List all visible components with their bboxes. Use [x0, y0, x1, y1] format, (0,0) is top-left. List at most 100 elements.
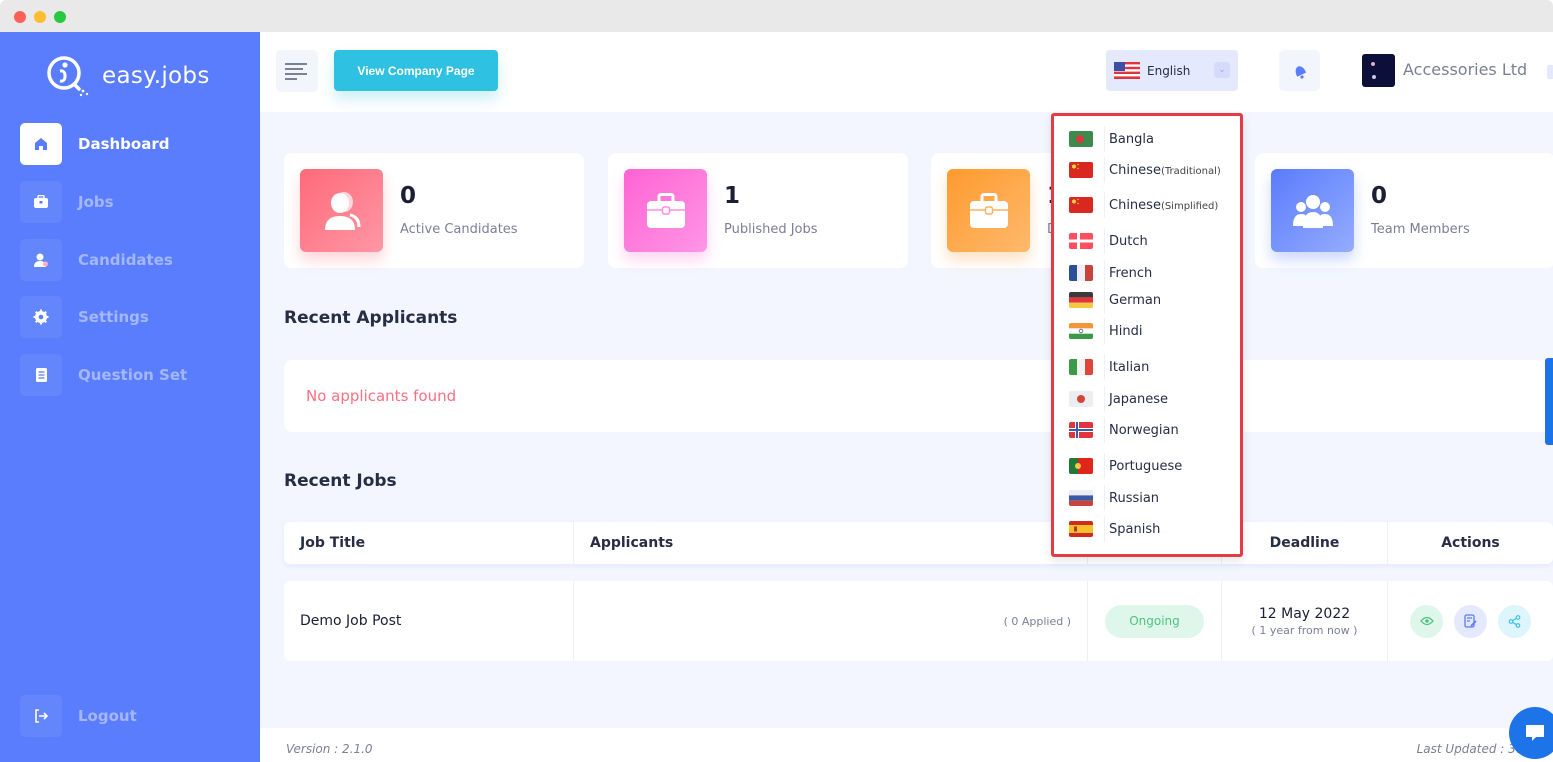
- company-name[interactable]: Accessories Ltd: [1403, 60, 1527, 79]
- jp-flag-icon: [1069, 391, 1093, 407]
- language-option-label: Portuguese: [1109, 458, 1183, 474]
- no-flag-icon: [1069, 422, 1093, 438]
- sidebar-item-label: Question Set: [78, 366, 188, 384]
- edit-job-button[interactable]: [1454, 604, 1487, 638]
- fr-flag-icon: [1069, 265, 1093, 281]
- candidate-icon: [324, 191, 360, 230]
- dk-flag-icon: [1069, 233, 1093, 249]
- language-option-portuguese[interactable]: Portuguese: [1054, 451, 1240, 481]
- stat-label: Active Candidates: [400, 222, 518, 237]
- actions-cell: [1388, 581, 1553, 661]
- language-option-label: Norwegian: [1109, 422, 1179, 438]
- language-option-label: Japanese: [1109, 391, 1169, 407]
- version-text: Version : 2.1.0: [286, 742, 373, 756]
- sidebar-item-candidates[interactable]: Candidates: [20, 239, 240, 281]
- chevron-down-icon: ⌄: [1214, 62, 1230, 78]
- sidebar: easy.jobs Dashboard Jobs Candidates Sett…: [0, 32, 260, 762]
- dashboard-content: 0 Active Candidates 1 Published Jobs 1 D…: [260, 112, 1553, 728]
- language-option-italian[interactable]: Italian: [1054, 352, 1240, 382]
- empty-state-text: No applicants found: [306, 387, 457, 405]
- language-option-german[interactable]: German: [1054, 285, 1240, 315]
- share-job-button[interactable]: [1498, 604, 1531, 638]
- language-option-bangla[interactable]: Bangla: [1054, 124, 1240, 154]
- language-option-russian[interactable]: Russian: [1054, 483, 1240, 513]
- deadline-relative: ( 1 year from now ): [1251, 623, 1358, 637]
- minimize-window-button[interactable]: [34, 11, 46, 23]
- share-icon: [1508, 614, 1521, 628]
- chat-widget-button[interactable]: [1509, 707, 1553, 759]
- brand-logo[interactable]: easy.jobs: [44, 54, 210, 98]
- job-title-cell[interactable]: Demo Job Post: [284, 581, 574, 661]
- top-bar: View Company Page English ⌄ Accessories …: [260, 32, 1553, 112]
- language-option-spanish[interactable]: Spanish: [1054, 514, 1240, 544]
- view-job-button[interactable]: [1410, 604, 1443, 638]
- cn-flag-icon: [1069, 162, 1093, 178]
- edit-icon: [1464, 614, 1477, 628]
- company-menu-chevron-icon[interactable]: [1547, 65, 1553, 79]
- sidebar-item-dashboard[interactable]: Dashboard: [20, 123, 240, 165]
- stat-card-team-members[interactable]: 0 Team Members: [1255, 153, 1553, 268]
- sidebar-item-label: Dashboard: [78, 135, 170, 153]
- brand-name: easy.jobs: [102, 63, 210, 89]
- notifications-button[interactable]: [1279, 50, 1320, 91]
- language-option-label: Chinese(Simplified): [1109, 197, 1219, 213]
- ru-flag-icon: [1069, 490, 1093, 506]
- deadline-date: 12 May 2022: [1258, 605, 1351, 622]
- stat-value: 1: [724, 183, 741, 209]
- briefcase-icon: [34, 195, 48, 208]
- document-icon: [36, 368, 47, 382]
- chat-icon: [1526, 725, 1544, 741]
- column-header-actions: Actions: [1441, 535, 1500, 551]
- selected-language: English: [1147, 63, 1191, 78]
- language-option-french[interactable]: French: [1054, 258, 1240, 288]
- bd-flag-icon: [1069, 131, 1093, 147]
- sidebar-item-jobs[interactable]: Jobs: [20, 181, 240, 223]
- sidebar-item-label: Jobs: [78, 193, 114, 211]
- maximize-window-button[interactable]: [54, 11, 66, 23]
- sidebar-item-question-set[interactable]: Question Set: [20, 354, 240, 396]
- column-header-job-title[interactable]: Job Title: [284, 522, 574, 564]
- language-dropdown-menu: Bangla Chinese(Traditional) Chinese(Simp…: [1051, 113, 1243, 557]
- language-option-label: Bangla: [1109, 131, 1154, 147]
- status-badge: Ongoing: [1105, 604, 1204, 638]
- view-company-page-button[interactable]: View Company Page: [334, 50, 498, 91]
- language-option-chinese-traditional[interactable]: Chinese(Traditional): [1054, 155, 1240, 185]
- language-option-label: Chinese(Traditional): [1109, 162, 1221, 178]
- recent-jobs-title: Recent Jobs: [284, 471, 397, 491]
- company-logo[interactable]: [1362, 54, 1395, 87]
- it-flag-icon: [1069, 359, 1093, 375]
- language-option-japanese[interactable]: Japanese: [1054, 384, 1240, 414]
- close-window-button[interactable]: [14, 11, 26, 23]
- de-flag-icon: [1069, 292, 1093, 308]
- es-flag-icon: [1069, 521, 1093, 537]
- table-row[interactable]: Demo Job Post ( 0 Applied ) Ongoing 12 M…: [284, 581, 1553, 661]
- stat-value: 0: [1371, 183, 1388, 209]
- language-option-dutch[interactable]: Dutch: [1054, 226, 1240, 256]
- footer: Version : 2.1.0 Last Updated : 30-04: [260, 728, 1553, 762]
- sidebar-item-label: Settings: [78, 308, 149, 326]
- logout-label: Logout: [78, 707, 137, 725]
- menu-toggle-button[interactable]: [276, 50, 318, 92]
- sidebar-item-settings[interactable]: Settings: [20, 296, 240, 338]
- language-option-hindi[interactable]: Hindi: [1054, 316, 1240, 346]
- language-option-chinese-simplified[interactable]: Chinese(Simplified): [1054, 190, 1240, 220]
- in-flag-icon: [1069, 323, 1093, 339]
- language-option-norwegian[interactable]: Norwegian: [1054, 415, 1240, 445]
- language-select[interactable]: English ⌄: [1106, 50, 1238, 91]
- deadline-cell: 12 May 2022 ( 1 year from now ): [1222, 581, 1388, 661]
- jobs-table-header: Job Title Applicants Deadline Actions: [284, 522, 1553, 564]
- stat-label: Team Members: [1371, 222, 1470, 237]
- stat-card-active-candidates[interactable]: 0 Active Candidates: [284, 153, 584, 268]
- column-header-applicants[interactable]: Applicants: [574, 522, 1088, 564]
- stat-label: Published Jobs: [724, 222, 818, 237]
- language-option-label: Dutch: [1109, 233, 1148, 249]
- briefcase-icon: [969, 192, 1008, 228]
- logout-button[interactable]: Logout: [20, 695, 240, 737]
- stat-card-published-jobs[interactable]: 1 Published Jobs: [608, 153, 908, 268]
- sidebar-item-label: Candidates: [78, 251, 173, 269]
- applicants-count: ( 0 Applied ): [574, 581, 1088, 661]
- column-header-deadline[interactable]: Deadline: [1222, 522, 1388, 564]
- us-flag-icon: [1114, 62, 1140, 79]
- side-feedback-tab[interactable]: [1545, 358, 1553, 445]
- window-titlebar: [0, 0, 1553, 32]
